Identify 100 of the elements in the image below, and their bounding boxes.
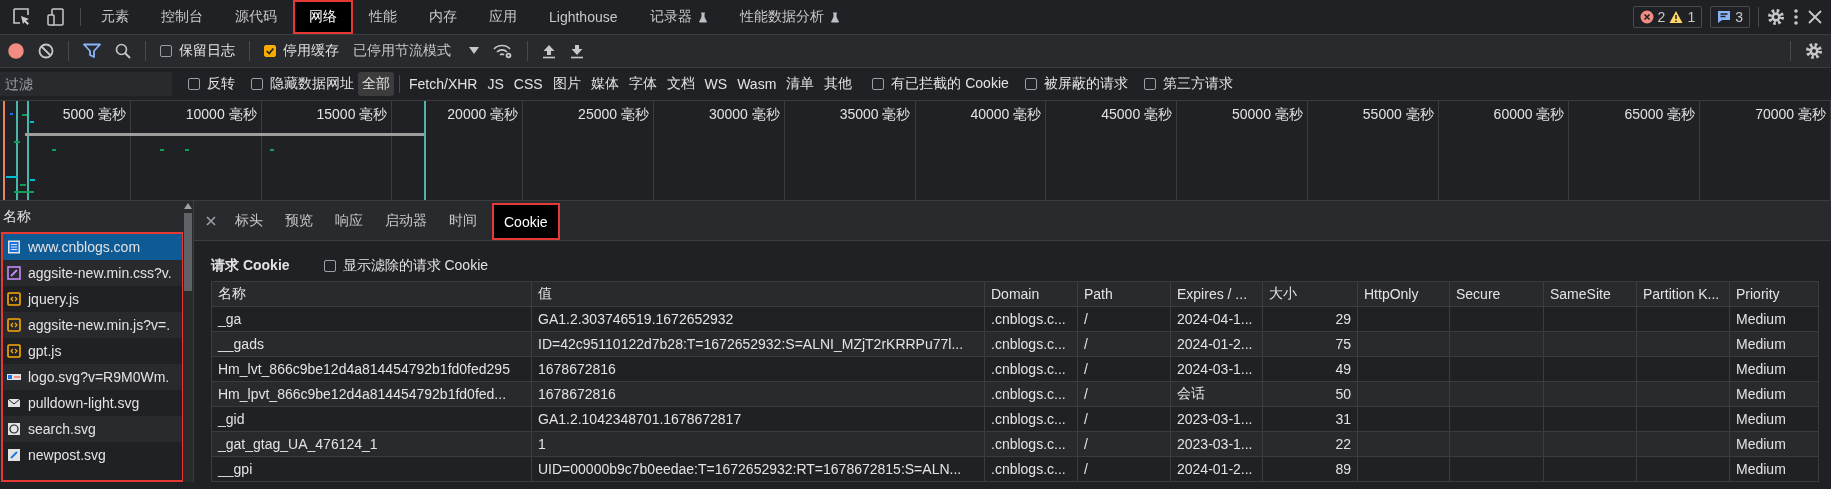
time-tick-label: 35000 毫秒: [839, 106, 911, 124]
record-icon[interactable]: [8, 43, 24, 59]
table-cell: Hm_lvt_866c9be12d4a814454792b1fd0fed295: [211, 356, 532, 382]
throttling-dropdown[interactable]: 已停用节流模式: [353, 42, 479, 60]
checkbox[interactable]: 被屏蔽的请求: [1024, 75, 1128, 93]
time-tick-label: 15000 毫秒: [316, 106, 388, 124]
table-cell: 31: [1262, 406, 1358, 432]
time-tick-label: 40000 毫秒: [970, 106, 1042, 124]
column-header[interactable]: Secure: [1449, 281, 1544, 307]
type-filter[interactable]: 字体: [624, 72, 661, 96]
download-icon[interactable]: [570, 43, 584, 59]
column-header[interactable]: Path: [1077, 281, 1171, 307]
panel-tab[interactable]: 性能: [353, 0, 413, 34]
detail-tab[interactable]: 标头: [224, 201, 274, 240]
checkbox[interactable]: 第三方请求: [1143, 75, 1233, 93]
detail-tab[interactable]: 时间: [438, 201, 488, 240]
clear-icon[interactable]: [38, 43, 54, 59]
panel-tab[interactable]: Lighthouse: [533, 0, 634, 34]
column-header[interactable]: 大小: [1262, 281, 1358, 307]
type-filter[interactable]: 清单: [782, 72, 819, 96]
panel-tab[interactable]: 性能数据分析: [723, 0, 856, 34]
document-icon: [7, 240, 21, 254]
table-cell: 29: [1262, 306, 1358, 332]
type-filter[interactable]: WS: [700, 73, 732, 95]
table-cell: 75: [1262, 331, 1358, 357]
type-filter[interactable]: 全部: [358, 72, 394, 96]
column-header[interactable]: Priority: [1729, 281, 1819, 307]
messages-counter[interactable]: 3: [1710, 6, 1750, 28]
panel-tab[interactable]: 源代码: [219, 0, 293, 34]
network-conditions-icon[interactable]: [493, 43, 513, 59]
settings-icon[interactable]: [1805, 42, 1823, 60]
panel-tab[interactable]: 元素: [85, 0, 145, 34]
request-row[interactable]: logo.svg?v=R9M0Wm.: [3, 364, 182, 390]
section-title: 请求 Cookie: [211, 257, 290, 275]
message-icon: [1717, 10, 1732, 24]
filter-icon[interactable]: [83, 43, 101, 59]
column-header[interactable]: 名称: [211, 281, 532, 307]
detail-tab[interactable]: Cookie: [494, 205, 558, 238]
panel-tab[interactable]: 记录器: [633, 0, 724, 34]
column-header[interactable]: Partition K...: [1636, 281, 1730, 307]
column-header[interactable]: SameSite: [1543, 281, 1637, 307]
checkbox[interactable]: 停用缓存: [264, 42, 339, 60]
column-header[interactable]: Domain: [984, 281, 1078, 307]
column-header[interactable]: 值: [531, 281, 985, 307]
table-cell: .cnblogs.c...: [984, 306, 1078, 332]
scrollbar-thumb[interactable]: [184, 213, 192, 291]
type-filter[interactable]: 图片: [548, 72, 585, 96]
request-row[interactable]: pulldown-light.svg: [3, 390, 182, 416]
column-header[interactable]: Expires / ...: [1170, 281, 1263, 307]
time-tick-label: 45000 毫秒: [1101, 106, 1173, 124]
search-icon[interactable]: [115, 43, 131, 59]
time-tick-label: 60000 毫秒: [1493, 106, 1565, 124]
panel-tab[interactable]: 控制台: [145, 0, 219, 34]
panel-tab[interactable]: 网络: [293, 0, 353, 34]
column-header[interactable]: HttpOnly: [1357, 281, 1450, 307]
table-cell: UID=00000b9c7b0eedae:T=1672652932:RT=1678672815:S=ALN...: [531, 456, 985, 482]
checkbox[interactable]: 保留日志: [160, 42, 235, 60]
time-tick-label: 65000 毫秒: [1624, 106, 1696, 124]
time-tick-label: 20000 毫秒: [447, 106, 519, 124]
more-icon[interactable]: [1793, 8, 1799, 26]
request-row[interactable]: www.cnblogs.com: [3, 234, 182, 260]
settings-icon[interactable]: [1767, 8, 1785, 26]
scrollbar[interactable]: [183, 201, 193, 482]
table-cell: ID=42c95110122d7b28:T=1672652932:S=ALNI_MZjT2rKRRPu77l...: [531, 331, 985, 357]
type-filter[interactable]: 其他: [820, 72, 857, 96]
scroll-up-icon[interactable]: [184, 203, 192, 209]
panel-tab[interactable]: 应用: [473, 0, 533, 34]
detail-tab[interactable]: 启动器: [374, 201, 438, 240]
device-icon[interactable]: [46, 7, 66, 27]
type-filter[interactable]: 文档: [662, 72, 699, 96]
type-filter[interactable]: Fetch/XHR: [405, 73, 482, 95]
request-row[interactable]: aggsite-new.min.js?v=.: [3, 312, 182, 338]
detail-tab[interactable]: 预览: [274, 201, 324, 240]
close-icon[interactable]: [206, 215, 216, 226]
request-row[interactable]: gpt.js: [3, 338, 182, 364]
filter-field[interactable]: 过滤: [0, 72, 172, 96]
type-filter[interactable]: 媒体: [586, 72, 623, 96]
checkbox[interactable]: 有已拦截的 Cookie: [872, 75, 1009, 93]
type-filter[interactable]: CSS: [509, 73, 547, 95]
type-filter[interactable]: JS: [483, 73, 508, 95]
table-cell: .cnblogs.c...: [984, 456, 1078, 482]
checkbox[interactable]: 显示滤除的请求 Cookie: [323, 257, 489, 275]
close-icon[interactable]: [1807, 9, 1823, 25]
upload-icon[interactable]: [542, 43, 556, 59]
script-icon: [7, 344, 21, 358]
issues-counter[interactable]: 2 1: [1632, 6, 1703, 28]
request-row[interactable]: newpost.svg: [3, 442, 182, 468]
table-cell: 22: [1262, 431, 1358, 457]
time-tick-label: 70000 毫秒: [1755, 106, 1826, 124]
checkbox[interactable]: 隐藏数据网址: [251, 75, 354, 93]
type-filter[interactable]: Wasm: [733, 73, 781, 95]
table-cell: .cnblogs.c...: [984, 331, 1078, 357]
table-cell: Medium: [1729, 456, 1819, 482]
request-row[interactable]: aggsite-new.min.css?v.: [3, 260, 182, 286]
detail-tab[interactable]: 响应: [324, 201, 374, 240]
panel-tab[interactable]: 内存: [413, 0, 473, 34]
checkbox[interactable]: 反转: [188, 75, 235, 93]
request-row[interactable]: jquery.js: [3, 286, 182, 312]
request-row[interactable]: search.svg: [3, 416, 182, 442]
inspect-icon[interactable]: [12, 7, 32, 27]
